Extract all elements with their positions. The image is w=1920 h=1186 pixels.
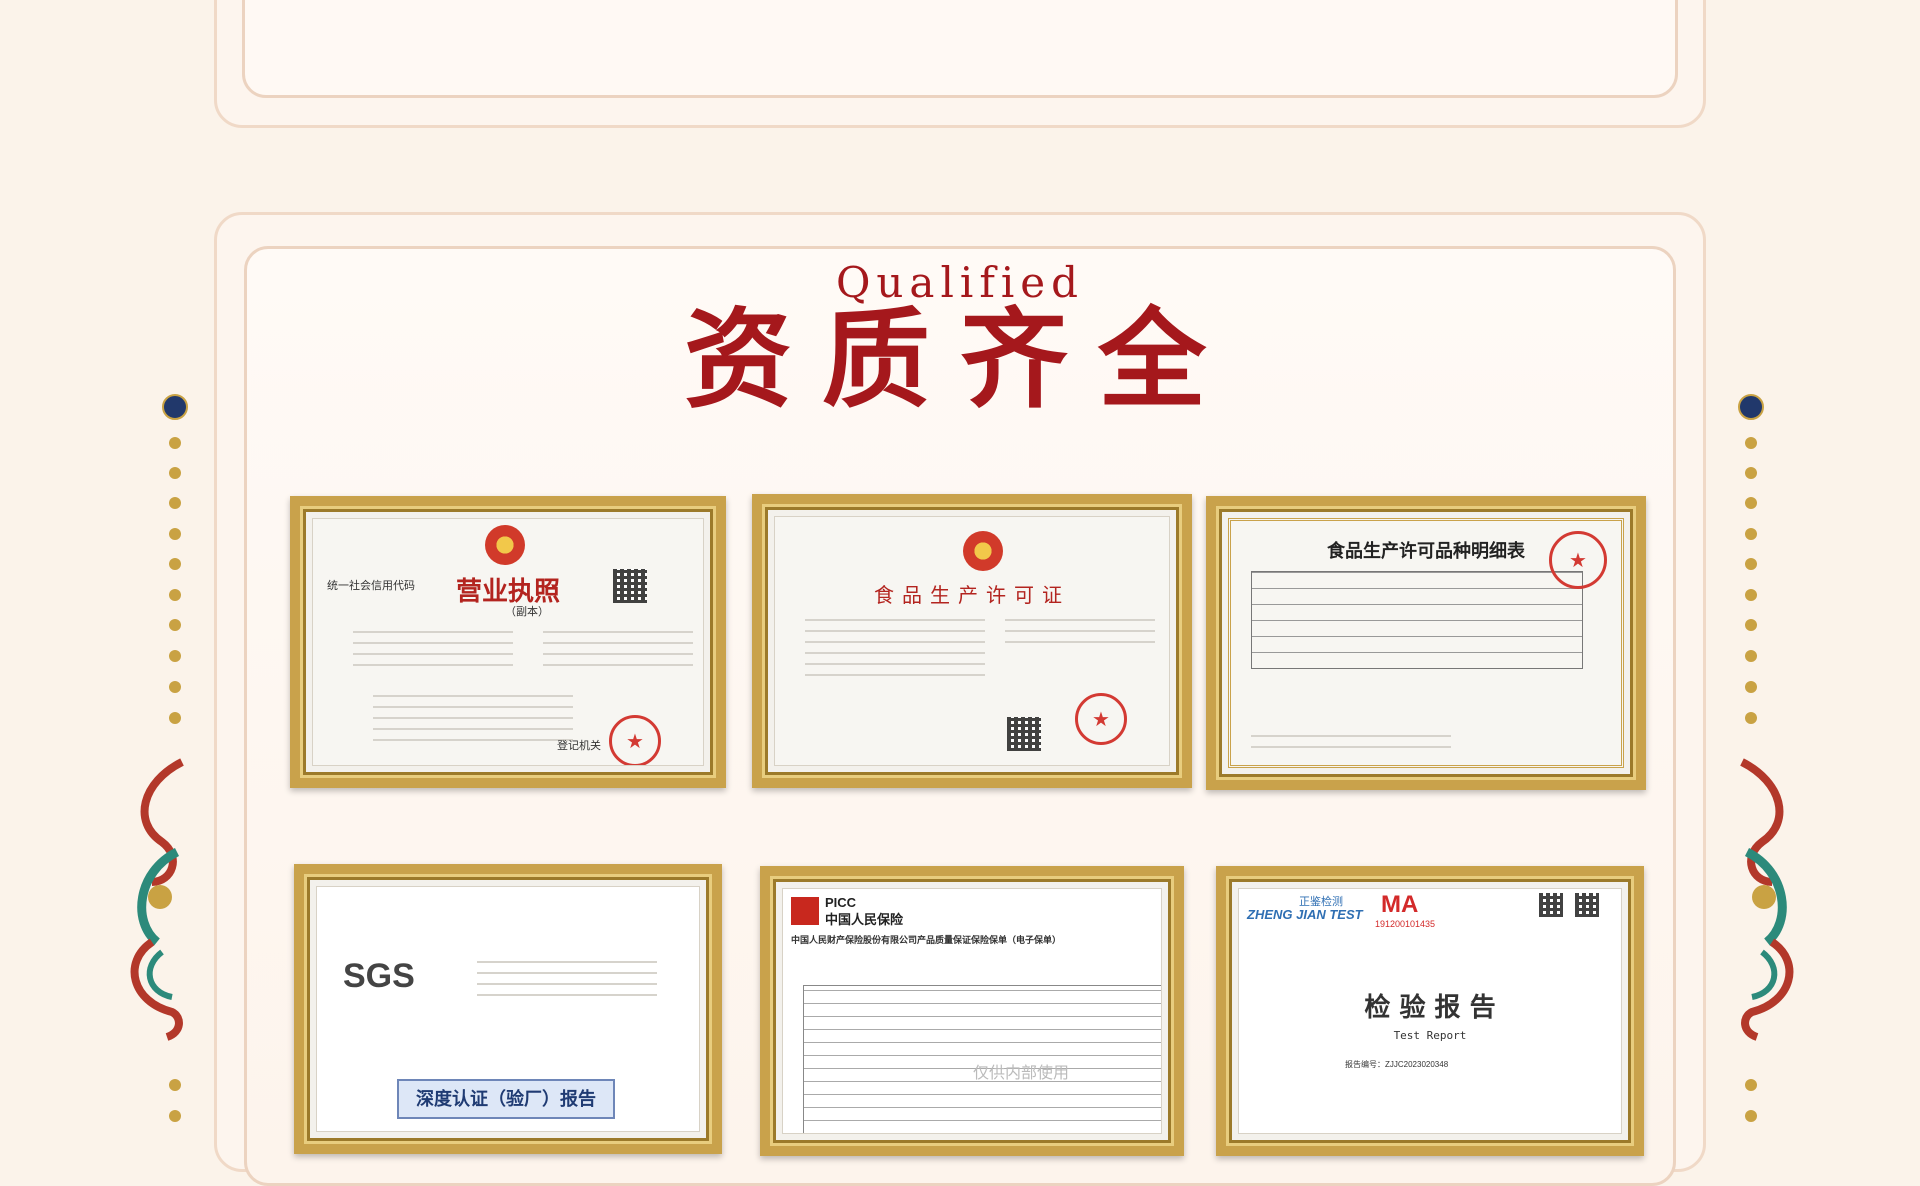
certificate-paper: 食品生产许可证 ★ <box>774 516 1170 766</box>
certificate-subtitle: （副本） <box>505 606 549 618</box>
decorative-dot-icon <box>169 528 181 540</box>
decorative-dot-icon <box>1745 528 1757 540</box>
decorative-dot-icon <box>169 650 181 662</box>
decorative-dot-icon <box>1745 558 1757 570</box>
registration-authority: 登记机关 <box>557 740 601 752</box>
certificate-paper: 营业执照 （副本） 统一社会信用代码 登记机关 ★ <box>312 518 704 766</box>
certificate-text-lines <box>543 631 693 675</box>
decorative-dot-icon <box>1738 394 1764 420</box>
certificate-text-lines <box>805 619 985 685</box>
decorative-dot-icon <box>1745 619 1757 631</box>
certificate-text-lines <box>353 631 513 675</box>
certificate-paper: ZHENG JIAN TEST 正鉴检测 MA 191200101435 检 验… <box>1238 888 1622 1134</box>
test-report-subtitle: Test Report <box>1393 1029 1467 1042</box>
details-table <box>1251 571 1583 669</box>
decorative-dot-icon <box>1745 437 1757 449</box>
decorative-dot-icon <box>169 467 181 479</box>
certificate-picc-insurance[interactable]: PICC 中国人民保险 中国人民财产保险股份有限公司产品质量保证保险保单（电子保… <box>760 866 1184 1156</box>
certificate-paper: PICC 中国人民保险 中国人民财产保险股份有限公司产品质量保证保险保单（电子保… <box>782 888 1162 1134</box>
qr-code-icon <box>613 569 647 603</box>
top-section-inner-frame <box>242 0 1678 98</box>
cma-logo: MA <box>1381 891 1419 918</box>
decorative-dot-icon <box>169 558 181 570</box>
certificate-text-lines <box>373 695 573 750</box>
decorative-dot-icon <box>1745 712 1757 724</box>
qr-code-icon <box>1575 893 1599 917</box>
decorative-dot-icon <box>169 497 181 509</box>
zhengjian-logo-cn: 正鉴检测 <box>1299 896 1343 908</box>
policy-heading: 中国人民财产保险股份有限公司产品质量保证保险保单（电子保单） <box>791 935 1062 945</box>
qr-code-icon <box>1539 893 1563 917</box>
decorative-dot-icon <box>169 619 181 631</box>
picc-logo-en: PICC <box>825 895 857 910</box>
certificate-paper: SGS 深度认证（验厂）报告 <box>316 886 700 1132</box>
test-report-title: 检 验 报 告 <box>1364 993 1496 1023</box>
certificate-sgs-report[interactable]: SGS 深度认证（验厂）报告 <box>294 864 722 1154</box>
certificate-text-lines <box>1005 619 1155 652</box>
right-scroll-ornament-icon <box>1740 758 1794 1041</box>
decorative-dot-icon <box>1745 467 1757 479</box>
picc-logo-icon <box>791 897 819 925</box>
decorative-dot-icon <box>169 437 181 449</box>
official-seal-icon: ★ <box>609 715 661 765</box>
certificate-food-license-details[interactable]: 食品生产许可品种明细表 ★ <box>1206 496 1646 790</box>
left-scroll-ornament-icon <box>130 758 184 1041</box>
report-number: 报告编号：ZJJC2023020348 <box>1345 1060 1449 1069</box>
decorative-dot-icon <box>1745 1110 1757 1122</box>
certificate-business-license[interactable]: 营业执照 （副本） 统一社会信用代码 登记机关 ★ <box>290 496 726 788</box>
qr-code-icon <box>1007 717 1041 751</box>
national-emblem-icon <box>963 531 1003 571</box>
national-emblem-icon <box>485 525 525 565</box>
certificate-paper: 食品生产许可品种明细表 ★ <box>1228 518 1624 768</box>
zhengjian-logo: ZHENG JIAN TEST <box>1247 907 1363 922</box>
certificate-title: 食品生产许可证 <box>874 583 1070 607</box>
decorative-dot-icon <box>1745 497 1757 509</box>
cma-number: 191200101435 <box>1375 919 1436 929</box>
decorative-dot-icon <box>162 394 188 420</box>
internal-use-watermark: 仅供内部使用 <box>973 1065 1070 1082</box>
sgs-logo: SGS <box>343 957 415 995</box>
credit-code-label: 统一社会信用代码 <box>327 580 415 592</box>
decorative-dot-icon <box>1745 1079 1757 1091</box>
official-seal-icon: ★ <box>1549 531 1607 589</box>
decorative-dot-icon <box>169 1110 181 1122</box>
decorative-dot-icon <box>169 712 181 724</box>
decorative-dot-icon <box>169 1079 181 1091</box>
picc-logo-cn: 中国人民保险 <box>825 912 904 927</box>
official-seal-icon: ★ <box>1075 693 1127 745</box>
decorative-dot-icon <box>1745 681 1757 693</box>
sgs-report-caption: 深度认证（验厂）报告 <box>397 1079 615 1119</box>
decorative-dot-icon <box>1745 650 1757 662</box>
certificate-text-lines <box>1251 735 1451 757</box>
certificate-test-report[interactable]: ZHENG JIAN TEST 正鉴检测 MA 191200101435 检 验… <box>1216 866 1644 1156</box>
section-title-cn: 资质齐全 <box>683 297 1236 423</box>
certificate-food-production-license[interactable]: 食品生产许可证 ★ <box>752 494 1192 788</box>
certificate-text-lines <box>477 961 657 1005</box>
decorative-dot-icon <box>169 681 181 693</box>
decorative-dot-icon <box>169 589 181 601</box>
decorative-dot-icon <box>1745 589 1757 601</box>
